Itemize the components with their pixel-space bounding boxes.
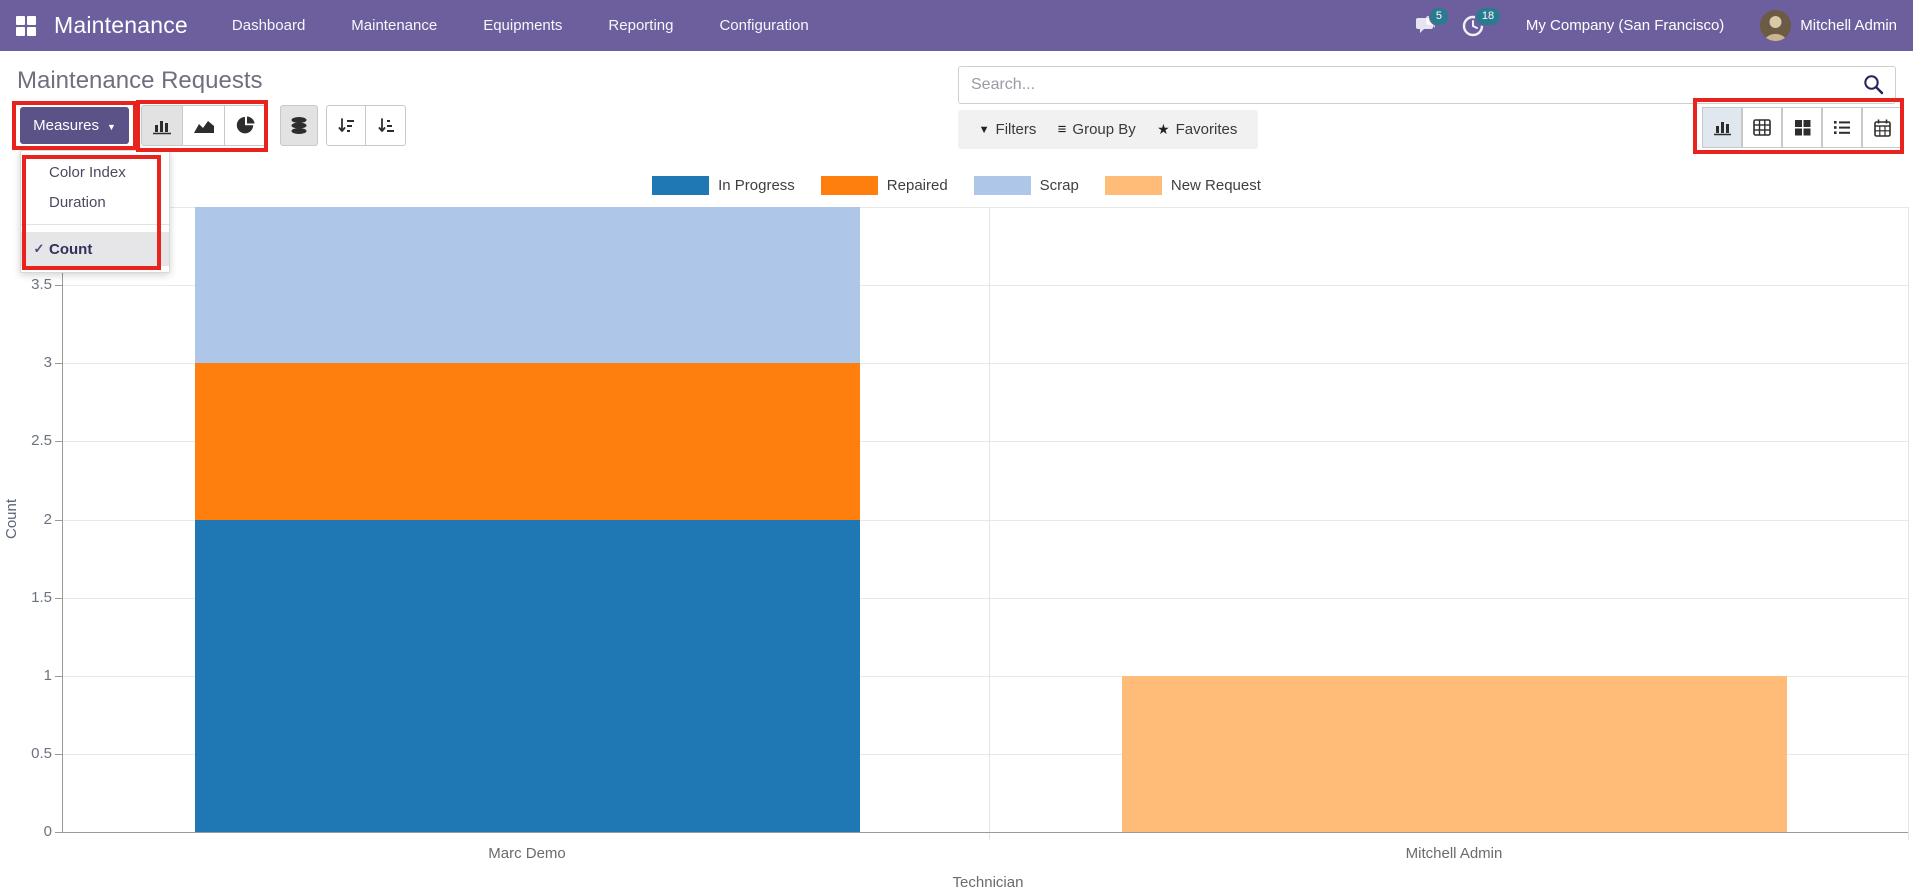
y-tick-mark — [55, 363, 62, 365]
legend-label: Scrap — [1039, 177, 1079, 194]
bar-segment-scrap[interactable] — [194, 207, 860, 364]
bar-segment-new-request[interactable] — [1121, 675, 1787, 832]
y-tick-label: 2.5 — [31, 432, 52, 450]
dropdown-item-color-index[interactable]: Color Index — [21, 157, 169, 187]
y-tick-label: 0 — [43, 823, 52, 840]
y-tick-mark — [55, 753, 62, 755]
y-tick-mark — [55, 675, 62, 677]
legend-item-scrap[interactable]: Scrap — [973, 176, 1079, 195]
y-tick-label: 2 — [43, 510, 52, 528]
x-tick-label: Marc Demo — [488, 845, 566, 862]
legend-item-repaired[interactable]: Repaired — [820, 176, 948, 195]
dropdown-item-duration[interactable]: Duration — [21, 187, 169, 217]
legend-label: Repaired — [886, 177, 948, 194]
y-axis-line — [62, 207, 63, 832]
dropdown-divider — [21, 224, 169, 225]
y-tick-mark — [55, 519, 62, 521]
legend-item-in-progress[interactable]: In Progress — [652, 176, 795, 195]
bar-segment-in-progress[interactable] — [194, 519, 860, 832]
legend-label: In Progress — [718, 177, 795, 194]
y-tick-label: 1 — [43, 666, 52, 684]
y-tick-label: 0.5 — [31, 744, 52, 762]
measures-dropdown: Color Index Duration ✓ Count — [20, 150, 170, 273]
graph-canvas: Count Technician In Progress Repaired Scra… — [0, 0, 1913, 891]
y-tick-label: 1.5 — [31, 588, 52, 606]
gridline-vertical — [989, 207, 990, 840]
y-tick-mark — [55, 285, 62, 287]
check-icon: ✓ — [33, 241, 45, 256]
dropdown-item-label: Color Index — [49, 163, 126, 181]
x-tick-label: Mitchell Admin — [1405, 845, 1503, 862]
x-axis-line — [62, 832, 1908, 833]
dropdown-item-label: Count — [49, 240, 93, 258]
legend-swatch — [973, 176, 1031, 195]
dropdown-item-count[interactable]: ✓ Count — [21, 232, 169, 266]
legend-label: New Request — [1170, 177, 1261, 194]
gridline-vertical — [1908, 207, 1909, 840]
bar-segment-repaired[interactable] — [194, 363, 860, 520]
y-tick-mark — [55, 441, 62, 443]
legend-swatch — [820, 176, 878, 195]
app-window: Maintenance Dashboard Maintenance Equipm… — [0, 0, 1913, 891]
y-tick-mark — [55, 597, 62, 599]
y-tick-label: 3.5 — [31, 276, 52, 294]
legend-swatch — [1104, 176, 1162, 195]
dropdown-item-label: Duration — [49, 193, 106, 211]
y-tick-label: 3 — [43, 354, 52, 372]
legend-swatch — [652, 176, 710, 195]
y-tick-mark — [55, 832, 62, 833]
x-axis-title: Technician — [952, 874, 1024, 891]
chart-legend: In Progress Repaired Scrap New Request — [0, 176, 1913, 195]
legend-item-new-request[interactable]: New Request — [1104, 176, 1261, 195]
